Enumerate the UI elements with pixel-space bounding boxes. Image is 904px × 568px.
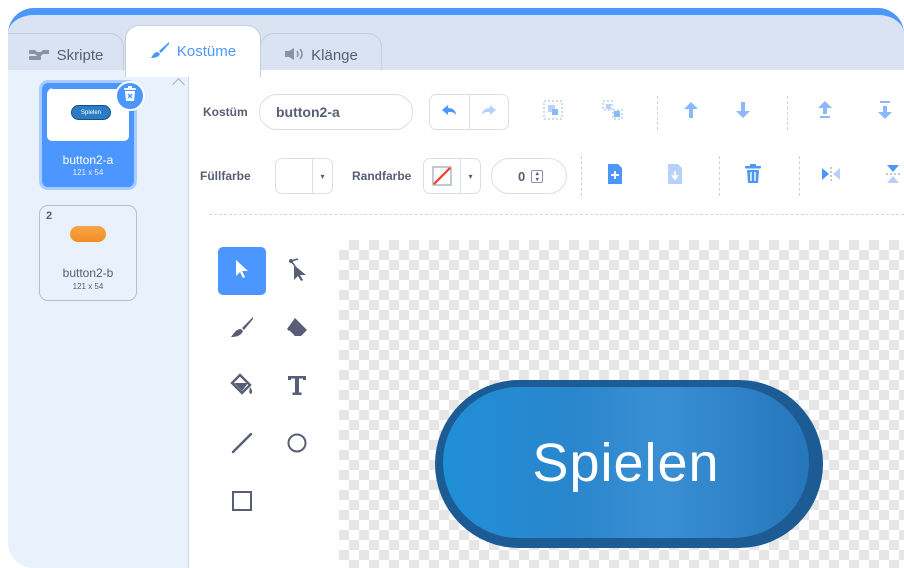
flip-horizontal-icon: [821, 166, 841, 187]
brush-tool[interactable]: [218, 305, 266, 353]
fill-color-picker[interactable]: ▾: [275, 158, 333, 194]
paint-editor: Kostüm button2-a Füllfarbe ▾ Randfarbe ▾…: [189, 70, 904, 568]
delete-costume-button[interactable]: [115, 81, 145, 111]
arrow-down-icon: [734, 101, 752, 124]
code-icon: [28, 47, 50, 65]
circle-icon: [286, 432, 308, 459]
costume-list-scrollbar[interactable]: [170, 70, 189, 568]
tab-kostume[interactable]: Kostüme: [125, 25, 261, 77]
outline-color-picker[interactable]: ▾: [423, 158, 481, 194]
arrow-pointer-icon: [234, 259, 250, 284]
rectangle-tool[interactable]: [218, 479, 266, 527]
undo-redo-group: [429, 94, 509, 130]
ungroup-button[interactable]: [599, 98, 627, 126]
outline-color-label: Randfarbe: [352, 169, 412, 183]
costume-size: 121 x 54: [72, 282, 104, 291]
text-tool[interactable]: [273, 363, 321, 411]
fill-color-label: Füllfarbe: [200, 169, 251, 183]
tab-skripte-label: Skripte: [56, 47, 104, 64]
forward-button[interactable]: [677, 98, 705, 126]
group-icon: [542, 99, 564, 126]
scroll-up-arrow-icon[interactable]: [172, 78, 185, 91]
fill-tool[interactable]: [218, 363, 266, 411]
outline-width-input[interactable]: 0 ▴ ▾: [491, 158, 567, 194]
toolbar-divider: [581, 156, 582, 196]
send-to-back-icon: [876, 100, 894, 125]
paste-button[interactable]: [601, 162, 629, 190]
undo-icon: [441, 103, 457, 121]
bring-to-front-icon: [816, 100, 834, 125]
drawing-canvas[interactable]: Spielen: [339, 240, 904, 568]
costume-name-input[interactable]: button2-a: [259, 94, 413, 130]
caret-down-icon: ▾: [468, 171, 473, 181]
flip-vertical-button[interactable]: [879, 162, 904, 190]
redo-icon: [481, 103, 497, 121]
ungroup-icon: [601, 99, 625, 126]
canvas-button-shape[interactable]: Spielen: [435, 380, 823, 548]
circle-tool[interactable]: [273, 421, 321, 469]
line-icon: [231, 432, 253, 459]
arrow-up-icon: [682, 101, 700, 124]
costume-name: button2-a: [62, 153, 114, 167]
line-tool[interactable]: [218, 421, 266, 469]
tab-klange-label: Klänge: [311, 47, 358, 64]
trash-icon: [123, 85, 137, 107]
toolbar-divider: [799, 156, 800, 196]
select-tool[interactable]: [218, 247, 266, 295]
stepper-icon[interactable]: ▴ ▾: [531, 169, 544, 183]
costume-thumbnail: [70, 226, 106, 242]
eraser-tool[interactable]: [273, 305, 321, 353]
costume-name-label: Kostüm: [203, 105, 248, 119]
costume-editor-frame: Skripte Kostüme Klänge 1 Spielen button2…: [8, 8, 904, 568]
costume-size: 121 x 54: [72, 168, 104, 177]
trash-icon: [744, 163, 762, 189]
canvas-button-text: Spielen: [443, 387, 809, 538]
costume-number: 2: [46, 210, 53, 222]
brush-icon: [230, 316, 254, 343]
paste-below-button[interactable]: [661, 162, 689, 190]
caret-down-icon: ▾: [320, 171, 325, 181]
speaker-icon: [284, 47, 304, 65]
backward-button[interactable]: [729, 98, 757, 126]
group-button[interactable]: [539, 98, 567, 126]
costume-name: button2-b: [62, 266, 114, 280]
front-button[interactable]: [811, 98, 839, 126]
reshape-icon: [286, 257, 308, 286]
costume-item-2[interactable]: 2 button2-b 121 x 54: [39, 205, 137, 301]
back-button[interactable]: [871, 98, 899, 126]
rectangle-icon: [231, 490, 253, 517]
fill-color-swatch: [276, 159, 313, 193]
delete-button[interactable]: [739, 162, 767, 190]
thumbnail-button-preview: Spielen: [71, 105, 111, 120]
text-icon: [286, 374, 308, 401]
reshape-tool[interactable]: [273, 247, 321, 295]
toolbar-divider: [657, 96, 658, 130]
toolbar-divider: [719, 156, 720, 196]
toolbar-divider: [787, 96, 788, 130]
flip-horizontal-button[interactable]: [817, 162, 845, 190]
eraser-icon: [286, 317, 308, 342]
no-color-icon: [424, 159, 461, 193]
redo-button[interactable]: [470, 95, 509, 129]
brush-icon: [150, 41, 170, 63]
tab-bar: Skripte Kostüme Klänge: [8, 15, 904, 77]
paint-bucket-icon: [230, 372, 254, 402]
paste-icon: [666, 163, 684, 190]
flip-vertical-icon: [885, 164, 901, 189]
toolbar-separator: [209, 214, 904, 215]
outline-width-value: 0: [518, 168, 526, 184]
tab-kostume-label: Kostüme: [176, 43, 237, 60]
undo-button[interactable]: [430, 95, 470, 129]
copy-icon: [606, 163, 624, 190]
